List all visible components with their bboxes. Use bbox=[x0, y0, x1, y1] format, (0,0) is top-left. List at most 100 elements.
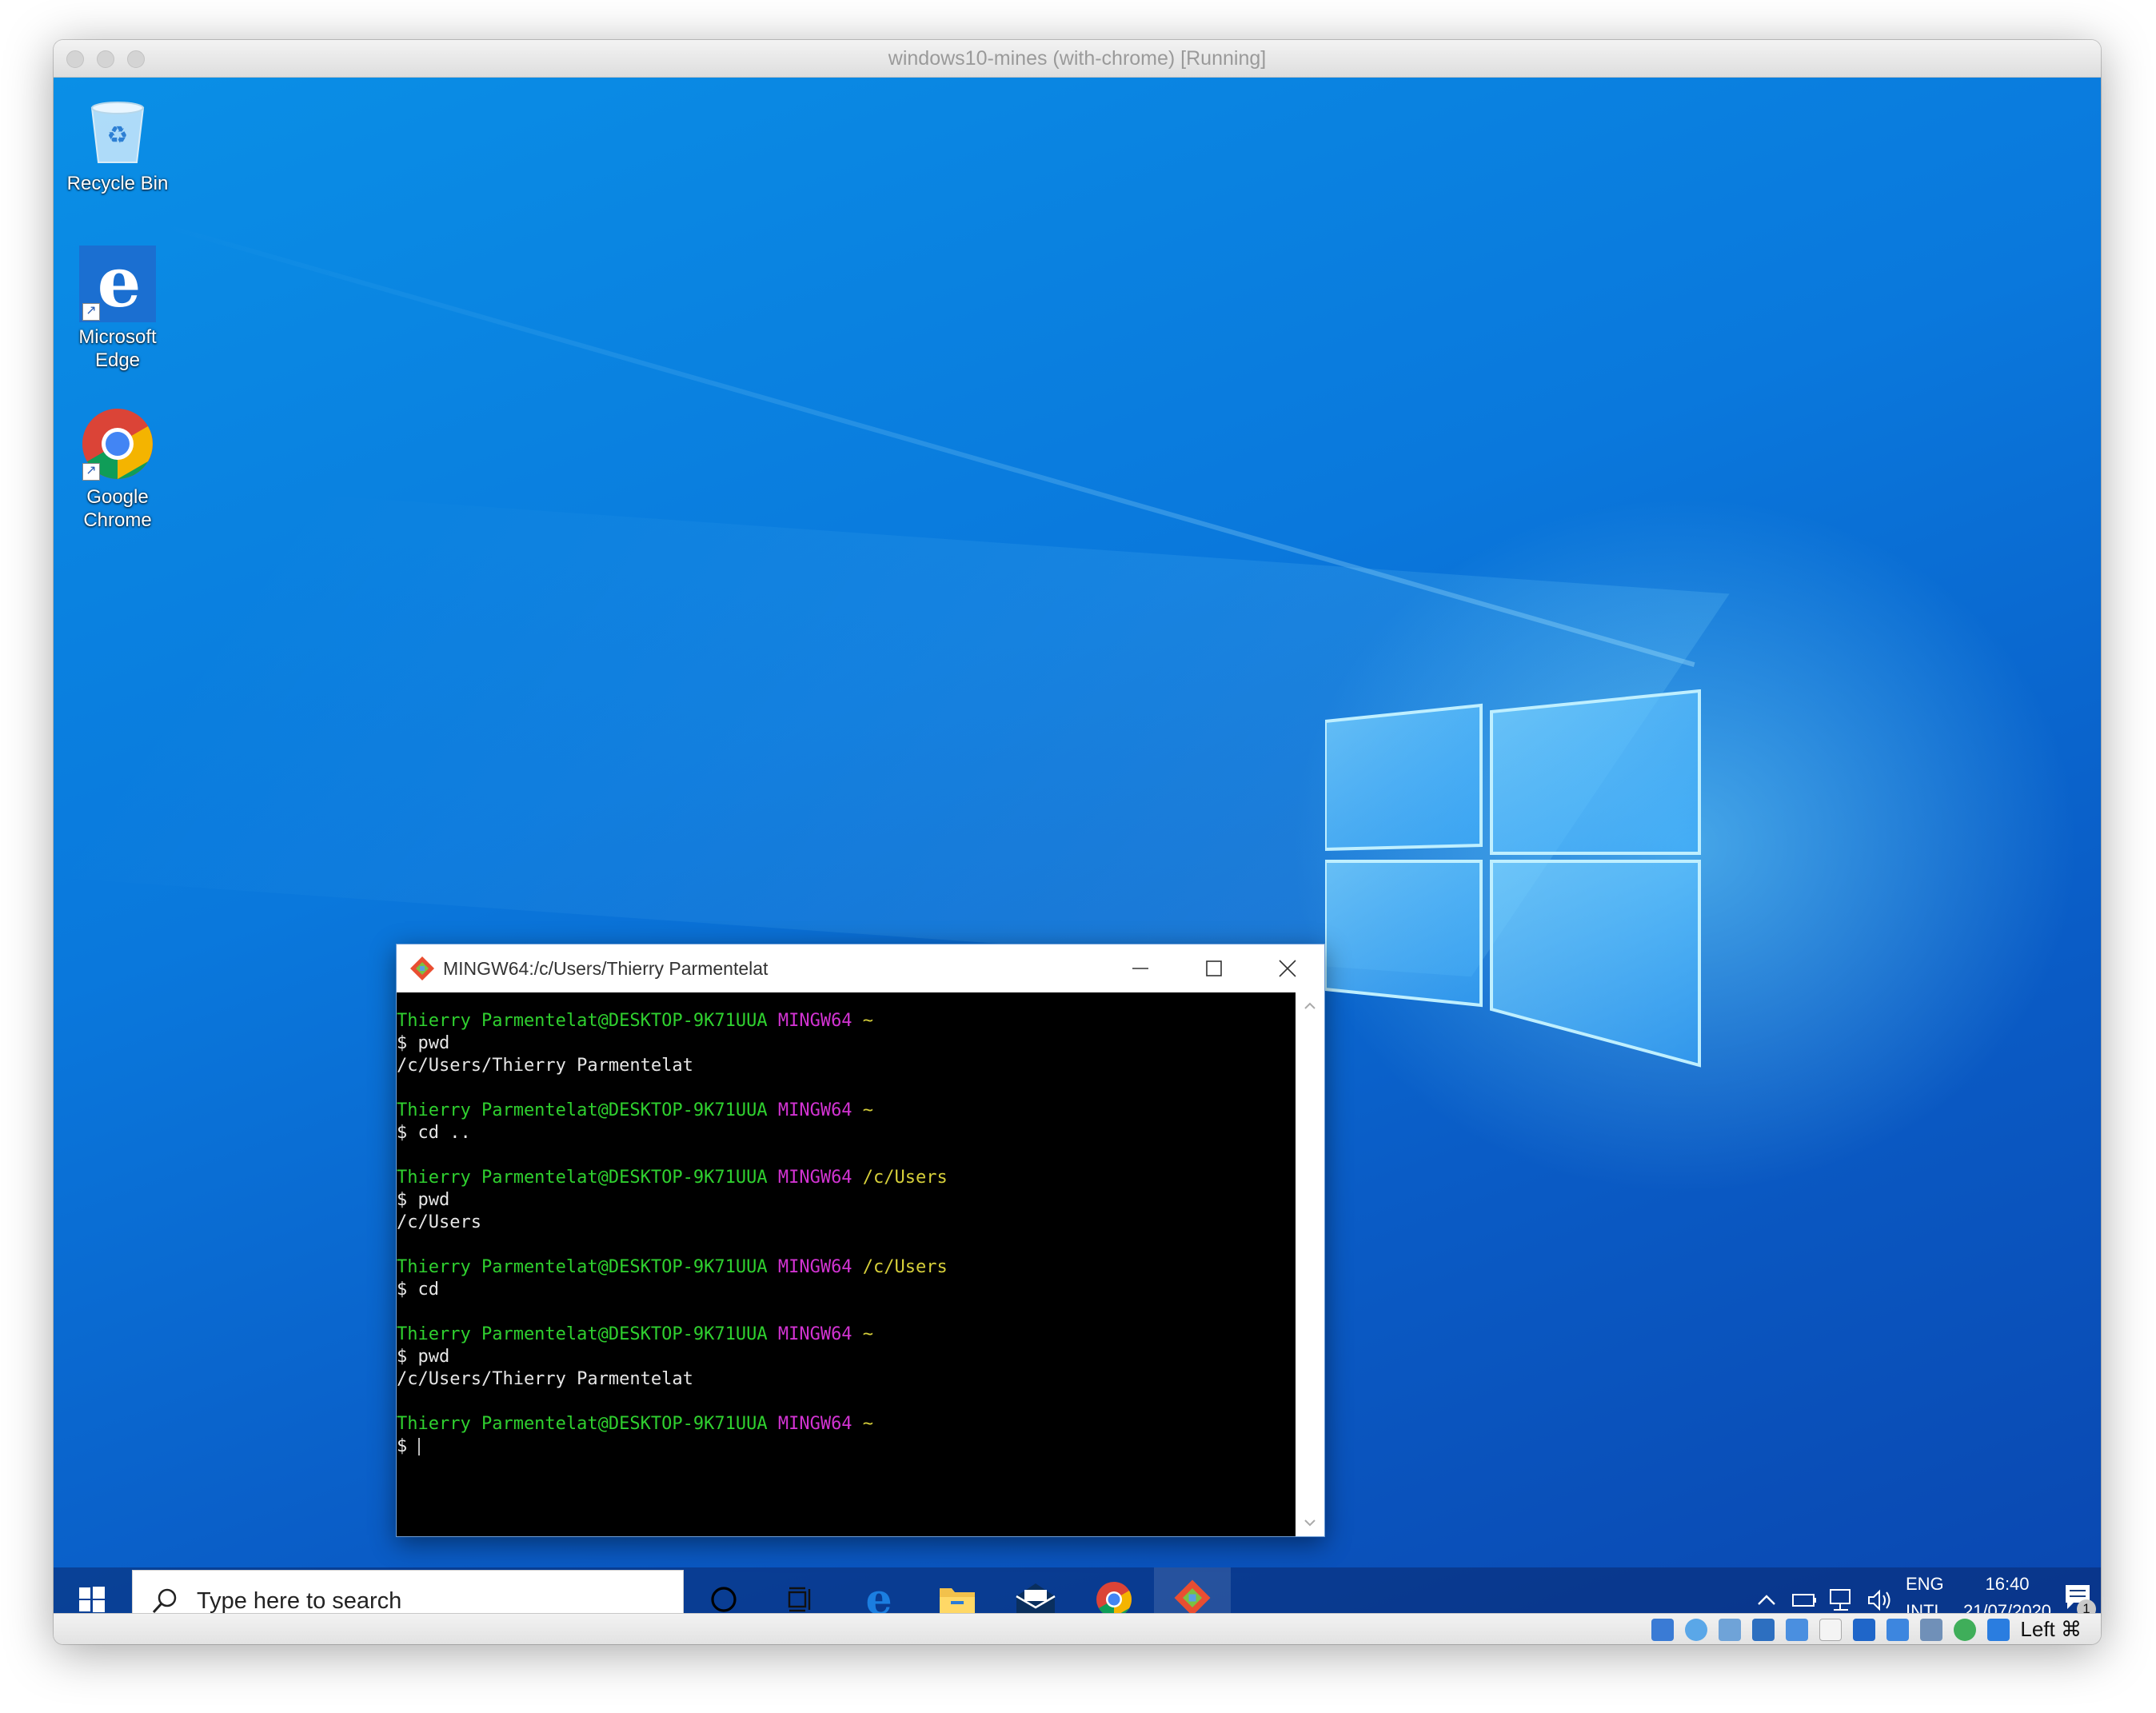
shared-folders-status-icon[interactable] bbox=[1819, 1619, 1842, 1641]
taskbar-git-bash-button[interactable] bbox=[1154, 1567, 1231, 1613]
file-explorer-icon bbox=[940, 1588, 975, 1613]
terminal-line: Thierry Parmentelat@DESKTOP-9K71UUA MING… bbox=[397, 1010, 1296, 1032]
taskbar-search-box[interactable]: Type here to search bbox=[132, 1570, 684, 1613]
terminal-output[interactable]: Thierry Parmentelat@DESKTOP-9K71UUA MING… bbox=[397, 992, 1296, 1536]
taskbar-file-explorer-button[interactable] bbox=[919, 1567, 996, 1613]
maximize-button[interactable] bbox=[1177, 944, 1251, 992]
network-status-icon[interactable] bbox=[1752, 1619, 1775, 1641]
shortcut-arrow-icon: ↗ bbox=[82, 463, 100, 481]
desktop-icon-google-chrome[interactable]: ↗ Google Chrome bbox=[62, 405, 174, 532]
windows-logo bbox=[1325, 689, 1701, 1068]
taskbar-edge-button[interactable]: e bbox=[840, 1567, 917, 1613]
start-button[interactable] bbox=[54, 1567, 130, 1613]
terminal-line: Thierry Parmentelat@DESKTOP-9K71UUA MING… bbox=[397, 1413, 1296, 1435]
prompt-user: Thierry Parmentelat@DESKTOP-9K71UUA bbox=[397, 1011, 768, 1031]
hard-disk-status-icon[interactable] bbox=[1651, 1619, 1674, 1641]
taskbar-chrome-button[interactable] bbox=[1076, 1567, 1152, 1613]
clock-time[interactable]: 16:40 bbox=[1958, 1574, 2056, 1595]
optical-drive-status-icon[interactable] bbox=[1685, 1619, 1707, 1641]
window-title: windows10-mines (with-chrome) [Running] bbox=[888, 47, 1267, 70]
input-language-bottom[interactable]: INTL bbox=[1906, 1601, 1944, 1613]
edge-icon: e bbox=[865, 1579, 892, 1613]
terminal-line: /c/Users/Thierry Parmentelat bbox=[397, 1368, 1296, 1391]
network-icon[interactable] bbox=[1827, 1587, 1858, 1613]
task-view-button[interactable] bbox=[762, 1567, 839, 1613]
prompt-user: Thierry Parmentelat@DESKTOP-9K71UUA bbox=[397, 1324, 768, 1344]
command-output: /c/Users/Thierry Parmentelat bbox=[397, 1056, 693, 1076]
prompt-path: ~ bbox=[852, 1414, 874, 1434]
prompt-user: Thierry Parmentelat@DESKTOP-9K71UUA bbox=[397, 1168, 768, 1188]
prompt-path: /c/Users bbox=[852, 1168, 948, 1188]
audio-status-icon[interactable] bbox=[1719, 1619, 1741, 1641]
mouse-integration-status-icon[interactable] bbox=[1954, 1619, 1976, 1641]
notification-count-badge: 1 bbox=[2077, 1599, 2096, 1613]
cortana-button[interactable] bbox=[685, 1567, 762, 1613]
git-bash-icon bbox=[1174, 1579, 1211, 1613]
minimize-icon bbox=[1132, 968, 1148, 969]
edge-icon: e ↗ bbox=[79, 242, 156, 323]
command-text: $ cd .. bbox=[397, 1123, 471, 1143]
terminal-line: $ cd bbox=[397, 1279, 1296, 1301]
windows-desktop[interactable]: ♻ Recycle Bin e ↗ Microsoft Edge ↗ Googl… bbox=[54, 78, 2101, 1613]
virtualbox-window: windows10-mines (with-chrome) [Running] bbox=[54, 40, 2101, 1644]
cpu-status-icon[interactable] bbox=[1920, 1619, 1942, 1641]
search-icon bbox=[152, 1588, 177, 1613]
mail-icon bbox=[1016, 1583, 1056, 1613]
terminal-line: /c/Users/Thierry Parmentelat bbox=[397, 1055, 1296, 1077]
show-hidden-icons-icon[interactable] bbox=[1755, 1590, 1778, 1609]
svg-text:♻: ♻ bbox=[107, 122, 129, 150]
terminal-scrollbar[interactable] bbox=[1296, 992, 1324, 1536]
search-placeholder: Type here to search bbox=[197, 1588, 402, 1613]
terminal-line: $ pwd bbox=[397, 1032, 1296, 1055]
video-capture-status-icon[interactable] bbox=[1886, 1619, 1909, 1641]
prompt-env: MINGW64 bbox=[767, 1414, 852, 1434]
cortana-icon bbox=[711, 1587, 737, 1612]
prompt-path: ~ bbox=[852, 1100, 874, 1120]
terminal-line: Thierry Parmentelat@DESKTOP-9K71UUA MING… bbox=[397, 1167, 1296, 1189]
recycle-bin-icon: ♻ bbox=[79, 92, 156, 169]
desktop-icon-label: Google Chrome bbox=[83, 486, 152, 531]
terminal-titlebar[interactable]: MINGW64:/c/Users/Thierry Parmentelat bbox=[397, 944, 1324, 992]
battery-icon[interactable] bbox=[1791, 1588, 1818, 1611]
terminal-title: MINGW64:/c/Users/Thierry Parmentelat bbox=[443, 958, 769, 979]
prompt-path: ~ bbox=[852, 1011, 874, 1031]
taskbar: Type here to search e ENG INTL 16:40 21/… bbox=[54, 1567, 2101, 1613]
clock-date[interactable]: 21/07/2020 bbox=[1958, 1601, 2056, 1613]
scroll-arrows-icon bbox=[1304, 1002, 1316, 1527]
chrome-icon: ↗ bbox=[79, 405, 156, 482]
action-center-button[interactable]: 1 bbox=[2062, 1580, 2096, 1613]
usb-status-icon[interactable] bbox=[1786, 1619, 1808, 1641]
command-text: $ pwd bbox=[397, 1190, 450, 1210]
desktop-icon-microsoft-edge[interactable]: e ↗ Microsoft Edge bbox=[62, 242, 174, 372]
close-button[interactable] bbox=[1251, 944, 1324, 992]
command-text: $ pwd bbox=[397, 1347, 450, 1367]
minimize-button[interactable] bbox=[1104, 944, 1177, 992]
taskbar-mail-button[interactable] bbox=[997, 1567, 1074, 1613]
prompt-path: ~ bbox=[852, 1324, 874, 1344]
close-icon bbox=[1279, 960, 1296, 977]
terminal-line: $ pwd bbox=[397, 1346, 1296, 1368]
desktop-icon-recycle-bin[interactable]: ♻ Recycle Bin bbox=[62, 92, 174, 195]
terminal-line: $ bbox=[397, 1435, 1296, 1458]
host-key-label: Left ⌘ bbox=[2020, 1617, 2082, 1641]
git-bash-icon bbox=[410, 956, 434, 980]
terminal-line: /c/Users bbox=[397, 1212, 1296, 1234]
command-output: /c/Users bbox=[397, 1212, 481, 1232]
terminal-line: $ cd .. bbox=[397, 1122, 1296, 1144]
terminal-line: $ pwd bbox=[397, 1189, 1296, 1212]
cursor bbox=[417, 1438, 420, 1455]
keyboard-capture-status-icon[interactable] bbox=[1987, 1619, 2010, 1641]
maximize-icon bbox=[1206, 960, 1222, 976]
shortcut-arrow-icon: ↗ bbox=[82, 303, 100, 321]
volume-icon[interactable] bbox=[1866, 1587, 1896, 1613]
git-bash-window[interactable]: MINGW64:/c/Users/Thierry Parmentelat Thi… bbox=[396, 944, 1325, 1537]
input-language-top[interactable]: ENG bbox=[1906, 1574, 1944, 1595]
prompt-user: Thierry Parmentelat@DESKTOP-9K71UUA bbox=[397, 1100, 768, 1120]
mac-titlebar[interactable]: windows10-mines (with-chrome) [Running] bbox=[54, 40, 2101, 78]
svg-text:e: e bbox=[865, 1579, 892, 1613]
prompt-user: Thierry Parmentelat@DESKTOP-9K71UUA bbox=[397, 1257, 768, 1277]
display-status-icon[interactable] bbox=[1853, 1619, 1875, 1641]
